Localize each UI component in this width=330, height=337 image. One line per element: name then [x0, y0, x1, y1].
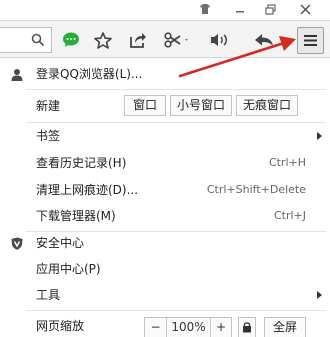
clear-traces-shortcut: Ctrl+Shift+Delete: [206, 183, 306, 196]
restore-icon[interactable]: [261, 0, 279, 18]
downloads-label: 下载管理器(M): [36, 209, 116, 223]
new-small-window-button[interactable]: 小号窗口: [170, 95, 232, 116]
submenu-arrow-icon: [317, 291, 322, 299]
bookmarks-menu-item[interactable]: 书签: [0, 124, 330, 148]
close-icon[interactable]: [288, 0, 322, 18]
new-menu-row: 新建 窗口 小号窗口 无痕窗口: [0, 93, 330, 119]
downloads-menu-item[interactable]: 下载管理器(M) Ctrl+J: [0, 204, 330, 228]
zoom-level: 100%: [167, 318, 211, 337]
history-label: 查看历史记录(H): [36, 156, 127, 170]
app-center-label: 应用中心(P): [36, 262, 101, 276]
separator: [26, 310, 326, 311]
clear-traces-menu-item[interactable]: 清理上网痕迹(D)... Ctrl+Shift+Delete: [0, 178, 330, 202]
scissors-icon[interactable]: [162, 27, 192, 53]
zoom-label: 网页缩放: [36, 319, 85, 333]
tools-label: 工具: [36, 288, 61, 302]
history-shortcut: Ctrl+H: [268, 156, 306, 169]
share-icon[interactable]: [127, 27, 149, 53]
security-center-label: 安全中心: [36, 236, 85, 250]
chat-bubble-icon[interactable]: [60, 27, 82, 53]
lock-icon: [243, 322, 251, 333]
submenu-arrow-icon: [317, 132, 322, 140]
search-icon[interactable]: [28, 27, 48, 53]
separator: [26, 89, 326, 90]
speaker-icon[interactable]: [208, 27, 230, 53]
new-label: 新建: [36, 99, 61, 113]
back-arrow-icon[interactable]: [250, 27, 290, 53]
zoom-out-button[interactable]: −: [145, 318, 167, 337]
separator: [26, 122, 326, 123]
history-menu-item[interactable]: 查看历史记录(H) Ctrl+H: [0, 151, 330, 175]
shield-icon: [10, 236, 24, 250]
hamburger-menu-icon[interactable]: [297, 27, 324, 54]
fullscreen-button[interactable]: 全屏: [264, 317, 306, 337]
lock-zoom-button[interactable]: [238, 317, 256, 337]
toolbar: [0, 20, 330, 58]
new-window-button[interactable]: 窗口: [124, 95, 166, 116]
main-menu: 登录QQ浏览器(L)... 新建 窗口 小号窗口 无痕窗口 书签 查看历史记录(…: [0, 58, 330, 337]
bookmarks-label: 书签: [36, 129, 61, 143]
title-bar: [0, 0, 330, 18]
app-center-menu-item[interactable]: 应用中心(P): [0, 257, 330, 281]
clear-traces-label: 清理上网痕迹(D)...: [36, 183, 139, 197]
zoom-controls: − 100% +: [144, 317, 232, 337]
login-label: 登录QQ浏览器(L)...: [36, 67, 143, 81]
downloads-shortcut: Ctrl+J: [273, 209, 306, 222]
minimize-icon[interactable]: [231, 0, 249, 18]
user-icon: [10, 67, 24, 81]
zoom-in-button[interactable]: +: [211, 318, 231, 337]
star-icon[interactable]: [92, 27, 114, 53]
tools-menu-item[interactable]: 工具: [0, 283, 330, 307]
new-incognito-window-button[interactable]: 无痕窗口: [236, 95, 298, 116]
login-menu-item[interactable]: 登录QQ浏览器(L)...: [0, 62, 330, 86]
security-center-menu-item[interactable]: 安全中心: [0, 231, 330, 255]
skin-icon[interactable]: [196, 0, 214, 18]
